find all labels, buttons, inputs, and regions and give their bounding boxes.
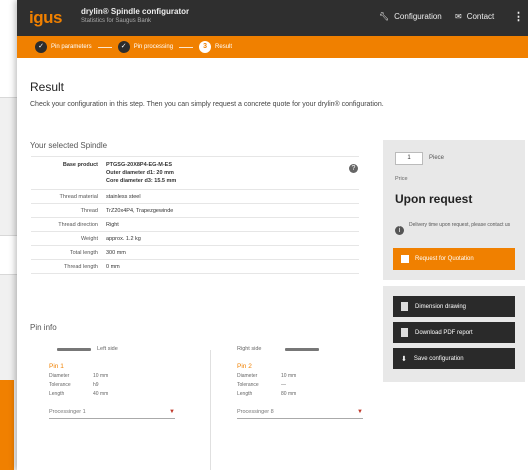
background-orange-panel [0, 380, 14, 470]
spec-key: Thread [80, 207, 98, 214]
delivery-note: Delivery time upon request, please conta… [409, 222, 511, 228]
pin-info: Left side Pin 1 Diameter 10 mm Tolerance h… [49, 346, 367, 470]
pin-side-label: Left side [97, 346, 118, 352]
quote-panel: 1 Piece Price Upon request i Delivery ti… [383, 140, 525, 280]
nav-configuration-label: Configuration [394, 12, 442, 21]
pin-property: Tolerance h9 [49, 382, 99, 388]
action-label: Save configuration [413, 355, 464, 362]
base-product-outer-diameter: Outer diameter d1: 20 mm [106, 170, 174, 176]
intro-text: Check your configuration in this step. T… [30, 101, 384, 108]
help-icon[interactable]: ? [349, 164, 358, 173]
step-connector [97, 46, 112, 48]
check-icon: ✓ [117, 41, 130, 53]
step-label: Pin processing [133, 44, 174, 50]
spindle-right-icon [285, 347, 320, 351]
step-number: 3 [199, 41, 212, 53]
action-label: Download PDF report [415, 329, 473, 336]
spec-value: approx. 1.2 kg [106, 235, 141, 242]
pin-side-label: Right side [237, 346, 262, 352]
igus-logo[interactable]: igus [29, 8, 62, 28]
pin-property: Length 80 mm [237, 391, 297, 397]
pdf-icon [401, 328, 408, 337]
spec-value: 0 mm [106, 263, 120, 270]
request-quote-button[interactable]: Request for Quotation [393, 248, 515, 270]
actions-panel: Dimension drawing Download PDF report ⬇︎… [383, 286, 525, 382]
action-label: Dimension drawing [415, 303, 467, 310]
select-value: Processinger 8 [237, 409, 274, 415]
step-progress-bar: ✓ Pin parameters ✓ Pin processing 3 Resu… [17, 36, 528, 58]
pin-property: Tolerance — [237, 382, 286, 388]
request-quote-label: Request for Quotation [415, 256, 474, 262]
spec-value: TrZ20x4P4, Trapezgewinde [106, 207, 174, 214]
background-window [0, 235, 18, 275]
caret-down-icon: ▼ [169, 409, 175, 415]
spec-value: Right [106, 221, 119, 228]
spec-value: 300 mm [106, 249, 126, 256]
table-row: Base product PTGSG-20X8P4-EG-M-ES Outer … [31, 157, 359, 190]
spec-key: Weight [80, 235, 98, 242]
pin-left: Left side Pin 1 Diameter 10 mm Tolerance h… [49, 346, 199, 419]
quantity-unit-label: Piece [429, 155, 445, 161]
table-row: Thread material stainless steel [31, 190, 359, 204]
step-result[interactable]: 3 Result [199, 41, 232, 53]
step-label: Result [215, 44, 233, 50]
table-row: Weight approx. 1.2 kg [31, 232, 359, 246]
download-icon: ⬇︎ [401, 355, 407, 363]
spec-value: PTGSG-20X8P4-EG-M-ES Outer diameter d1: … [106, 157, 359, 189]
app-title: drylin® Spindle configurator [81, 7, 190, 16]
spindle-left-icon [57, 347, 91, 351]
spec-key: Thread direction [58, 221, 98, 228]
pin-processing-select[interactable]: Processinger 8 ▼ [237, 409, 363, 419]
pin-property: Length 40 mm [49, 391, 109, 397]
configurator-window: igus drylin® Spindle configurator Statis… [17, 0, 528, 470]
section-heading-spindle: Your selected Spindle [30, 141, 108, 150]
price-label: Price [395, 176, 408, 182]
spec-key: Thread length [64, 263, 98, 270]
wrench-icon: 🔧︎ [379, 12, 390, 21]
pin-name: Pin 1 [49, 363, 64, 370]
download-pdf-button[interactable]: Download PDF report [393, 322, 515, 343]
step-label: Pin parameters [51, 44, 92, 50]
top-bar: igus drylin® Spindle configurator Statis… [17, 0, 528, 36]
base-product-code: PTGSG-20X8P4-EG-M-ES [106, 162, 173, 168]
nav-configuration[interactable]: 🔧︎ Configuration [379, 12, 442, 21]
spec-value: stainless steel [106, 193, 141, 200]
save-configuration-button[interactable]: ⬇︎ Save configuration [393, 348, 515, 369]
document-icon [401, 302, 408, 311]
spec-key: Base product [62, 162, 98, 168]
spindle-spec-table: Base product PTGSG-20X8P4-EG-M-ES Outer … [31, 156, 359, 274]
table-row: Total length 300 mm [31, 246, 359, 260]
select-value: Processinger 1 [49, 409, 86, 415]
caret-down-icon: ▼ [357, 409, 363, 415]
base-product-core-diameter: Core diameter d3: 15.5 mm [106, 178, 177, 184]
table-row: Thread TrZ20x4P4, Trapezgewinde [31, 204, 359, 218]
spec-key: Thread material [59, 193, 98, 200]
pin-property: Diameter 10 mm [49, 373, 109, 379]
info-icon: i [395, 226, 404, 235]
check-icon: ✓ [35, 41, 47, 53]
page-title: Result [30, 80, 65, 94]
table-row: Thread direction Right [31, 218, 359, 232]
section-heading-pins: Pin info [30, 323, 57, 332]
more-menu-icon[interactable]: ⋮ [513, 10, 524, 23]
step-pin-processing[interactable]: ✓ Pin processing [117, 41, 174, 53]
pin-right: Right side Pin 2 Diameter 10 mm Tolerance… [237, 346, 387, 419]
pin-processing-select[interactable]: Processinger 1 ▼ [49, 409, 175, 419]
pin-property: Diameter 10 mm [237, 373, 297, 379]
nav-contact-label: Contact [466, 12, 495, 21]
step-pin-parameters[interactable]: ✓ Pin parameters [35, 41, 92, 53]
pin-name: Pin 2 [237, 363, 252, 370]
table-row: Thread length 0 mm [31, 260, 359, 274]
step-connector [179, 46, 194, 48]
nav-contact[interactable]: ✉︎ Contact [455, 12, 494, 21]
price-value: Upon request [395, 192, 473, 206]
spec-key: Total length [69, 249, 98, 256]
mail-icon: ✉︎ [455, 12, 462, 21]
app-subtitle: Statistics for Saugus Bank [81, 18, 152, 24]
quantity-input[interactable]: 1 [395, 152, 423, 165]
dimension-drawing-button[interactable]: Dimension drawing [393, 296, 515, 317]
document-icon [401, 255, 409, 263]
divider [210, 350, 211, 470]
